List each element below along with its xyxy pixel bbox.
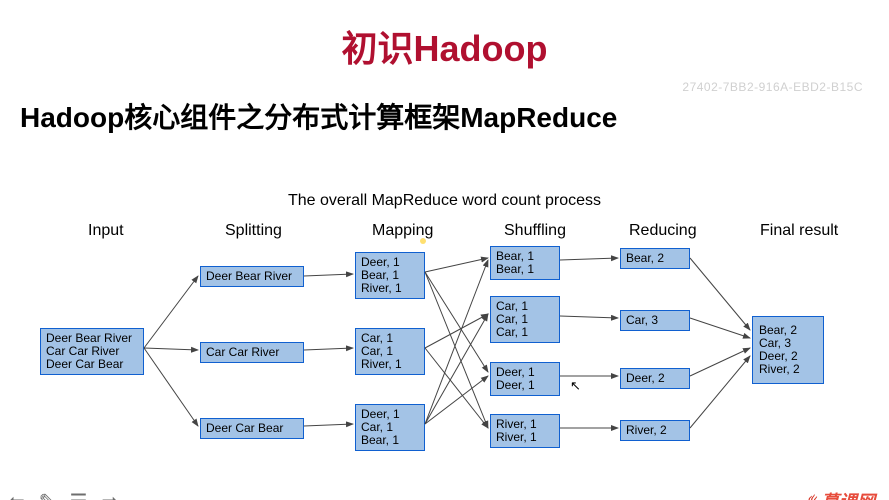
site-brand: ♨慕课网 [803, 488, 875, 500]
mapreduce-diagram: The overall MapReduce word count process… [0, 190, 889, 490]
menu-icon[interactable]: ☰ [70, 489, 88, 500]
page-title: 初识Hadoop [0, 20, 889, 72]
flow-arrows [0, 190, 889, 490]
bottom-toolbar: ⬅ ✎ ☰ ➡ [8, 489, 118, 500]
pencil-icon[interactable]: ✎ [39, 489, 56, 500]
forward-arrow-icon[interactable]: ➡ [101, 489, 118, 500]
back-arrow-icon[interactable]: ⬅ [8, 489, 25, 500]
page-subtitle: Hadoop核心组件之分布式计算框架MapReduce [20, 96, 889, 136]
watermark: 27402-7BB2-916A-EBD2-B15C [682, 80, 863, 94]
flame-icon: ♨ [803, 492, 819, 500]
